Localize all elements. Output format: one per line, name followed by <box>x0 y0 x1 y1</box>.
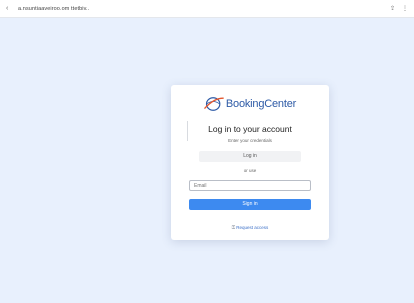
brand-name: BookingCenter <box>225 98 297 110</box>
email-field[interactable] <box>189 180 311 191</box>
login-subheading: Enter your credentials <box>228 138 272 143</box>
globe-swoosh-icon <box>204 97 224 111</box>
or-separator-label: or use <box>243 168 257 173</box>
sso-button[interactable]: Log in <box>199 151 301 162</box>
menu-icon[interactable]: ⋮ <box>402 5 408 12</box>
back-arrow-icon[interactable]: ‹ <box>6 5 14 12</box>
request-access-label[interactable]: Request access <box>236 225 268 230</box>
address-bar[interactable]: a.nsuntiaaveiroo.om ttetbiv.. <box>18 6 89 12</box>
browser-toolbar: ‹ a.nsuntiaaveiroo.om ttetbiv.. ⇪ ⋮ <box>0 0 414 18</box>
request-access-link[interactable]: ⚿Request access <box>171 225 329 230</box>
lock-icon: ⚿ <box>231 225 236 230</box>
share-icon[interactable]: ⇪ <box>390 5 395 12</box>
login-card: BookingCenter Log in to your account Ent… <box>171 85 329 240</box>
brand-logo: BookingCenter <box>171 93 329 115</box>
sign-in-button[interactable]: Sign in <box>189 199 311 210</box>
login-heading: Log in to your account <box>208 124 292 134</box>
